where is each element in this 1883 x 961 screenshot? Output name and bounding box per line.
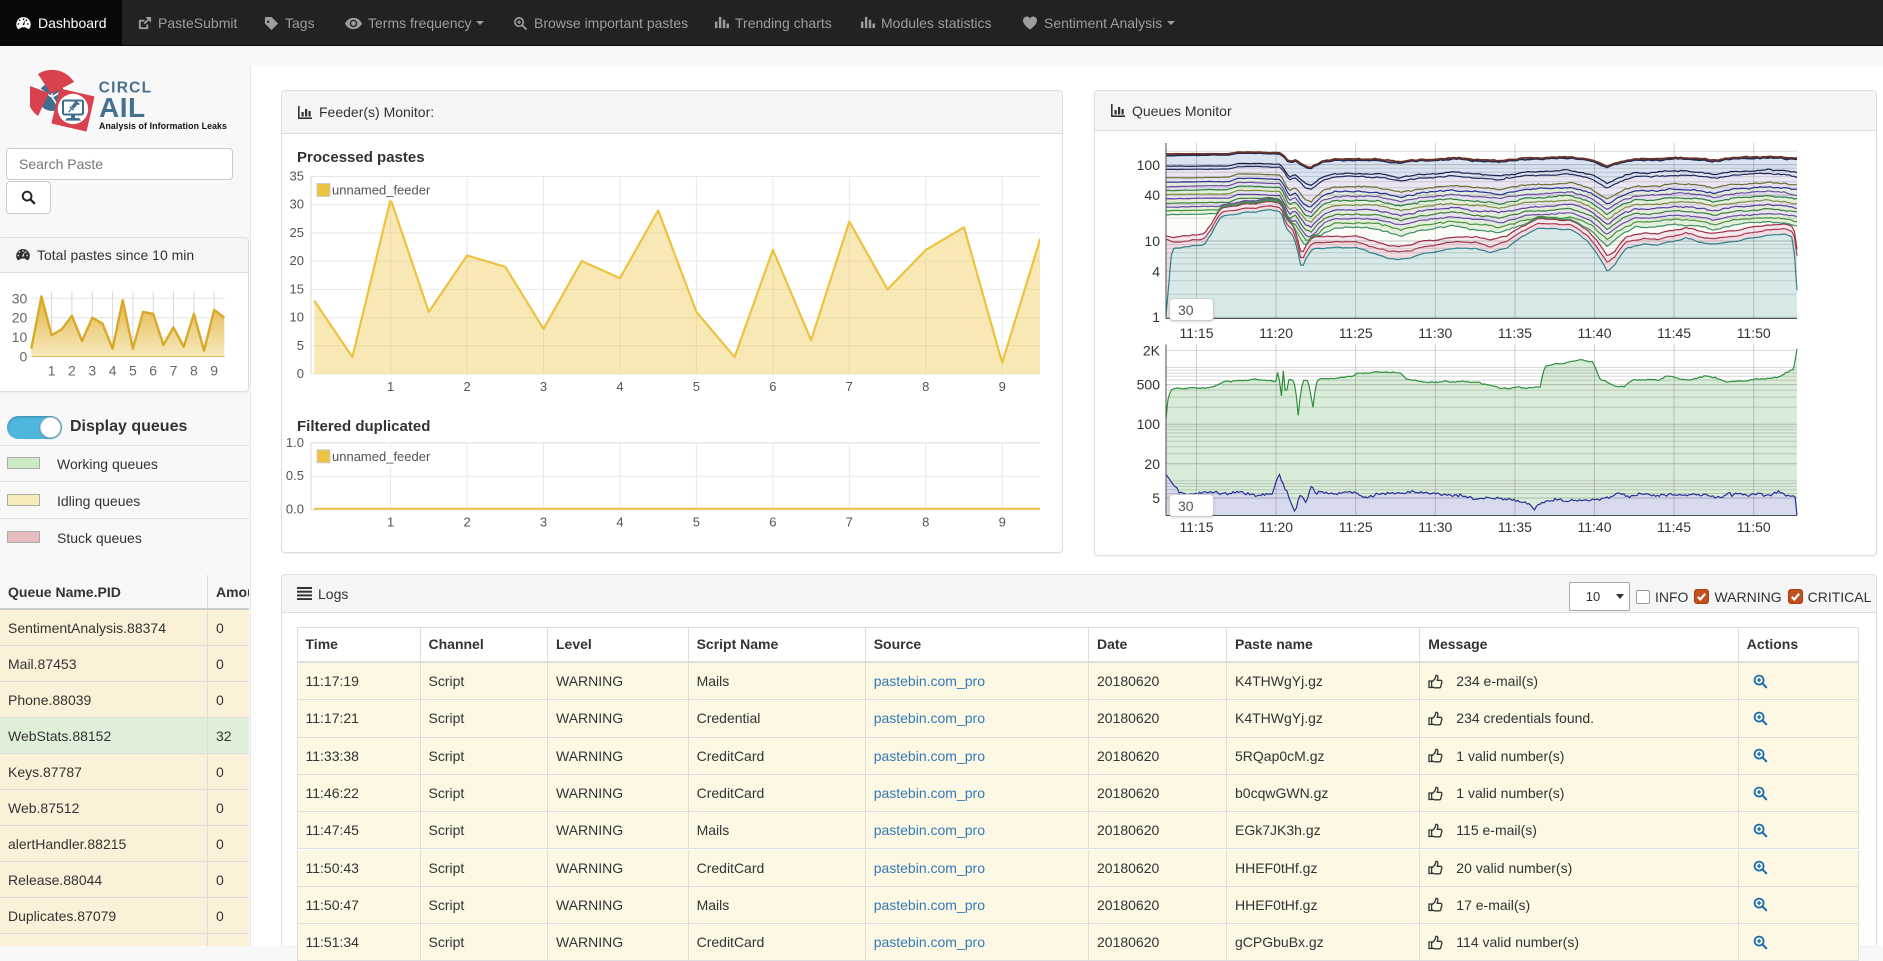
svg-text:100: 100 <box>1137 416 1161 432</box>
svg-text:4: 4 <box>616 379 623 394</box>
svg-text:11:25: 11:25 <box>1339 519 1373 535</box>
svg-text:4: 4 <box>1152 263 1160 279</box>
svg-text:9: 9 <box>999 515 1006 530</box>
svg-text:100: 100 <box>1137 157 1161 173</box>
svg-text:8: 8 <box>922 379 929 394</box>
svg-text:11:35: 11:35 <box>1498 325 1532 341</box>
svg-text:3: 3 <box>540 515 547 530</box>
svg-text:5: 5 <box>693 379 700 394</box>
svg-text:Analysis of Information Leaks: Analysis of Information Leaks <box>99 121 227 131</box>
svg-text:11:40: 11:40 <box>1578 519 1612 535</box>
svg-text:6: 6 <box>769 379 776 394</box>
svg-text:5: 5 <box>297 338 304 353</box>
svg-text:11:15: 11:15 <box>1180 325 1214 341</box>
svg-text:8: 8 <box>922 515 929 530</box>
svg-text:40: 40 <box>1144 187 1160 203</box>
svg-text:7: 7 <box>846 379 853 394</box>
svg-text:1: 1 <box>48 363 56 379</box>
svg-text:8: 8 <box>190 363 198 379</box>
svg-text:9: 9 <box>999 379 1006 394</box>
svg-text:6: 6 <box>769 515 776 530</box>
svg-text:7: 7 <box>170 363 178 379</box>
svg-text:35: 35 <box>290 170 304 184</box>
svg-text:5: 5 <box>1152 490 1160 506</box>
svg-text:4: 4 <box>616 515 623 530</box>
svg-text:AIL: AIL <box>99 92 146 123</box>
svg-text:11:20: 11:20 <box>1259 325 1293 341</box>
svg-text:11:40: 11:40 <box>1578 325 1612 341</box>
svg-text:3: 3 <box>540 379 547 394</box>
svg-text:1: 1 <box>387 379 394 394</box>
svg-text:1: 1 <box>1152 309 1160 325</box>
svg-text:4: 4 <box>109 363 117 379</box>
svg-text:11:50: 11:50 <box>1737 519 1771 535</box>
svg-text:unnamed_feeder: unnamed_feeder <box>332 183 431 198</box>
svg-text:10: 10 <box>1144 233 1160 249</box>
svg-text:30: 30 <box>290 197 304 212</box>
svg-text:10: 10 <box>12 329 28 345</box>
svg-text:2: 2 <box>463 379 470 394</box>
svg-text:5: 5 <box>129 363 137 379</box>
svg-text:11:25: 11:25 <box>1339 325 1373 341</box>
svg-text:20: 20 <box>290 253 304 268</box>
svg-text:9: 9 <box>210 363 218 379</box>
svg-text:1: 1 <box>387 515 394 530</box>
svg-text:11:50: 11:50 <box>1737 325 1771 341</box>
svg-text:5: 5 <box>693 515 700 530</box>
svg-text:11:45: 11:45 <box>1657 519 1691 535</box>
svg-text:11:30: 11:30 <box>1418 519 1452 535</box>
svg-text:11:35: 11:35 <box>1498 519 1532 535</box>
svg-text:20: 20 <box>1144 456 1160 472</box>
svg-text:11:45: 11:45 <box>1657 325 1691 341</box>
svg-text:3: 3 <box>88 363 96 379</box>
svg-text:11:30: 11:30 <box>1418 325 1452 341</box>
svg-text:0.5: 0.5 <box>286 468 304 483</box>
svg-text:6: 6 <box>149 363 157 379</box>
svg-text:0.0: 0.0 <box>286 502 304 517</box>
svg-text:11:15: 11:15 <box>1180 519 1214 535</box>
svg-text:0: 0 <box>20 349 28 365</box>
svg-text:10: 10 <box>290 310 304 325</box>
svg-text:25: 25 <box>290 225 304 240</box>
svg-text:11:20: 11:20 <box>1259 519 1293 535</box>
svg-text:20: 20 <box>12 310 28 326</box>
svg-text:0: 0 <box>297 366 304 381</box>
svg-text:30: 30 <box>12 290 28 306</box>
svg-text:7: 7 <box>846 515 853 530</box>
svg-text:2: 2 <box>68 363 76 379</box>
svg-text:2: 2 <box>463 515 470 530</box>
svg-text:500: 500 <box>1137 377 1161 393</box>
svg-text:unnamed_feeder: unnamed_feeder <box>332 449 431 464</box>
svg-text:1.0: 1.0 <box>286 436 304 450</box>
svg-text:15: 15 <box>290 281 304 296</box>
svg-text:2K: 2K <box>1143 342 1161 358</box>
